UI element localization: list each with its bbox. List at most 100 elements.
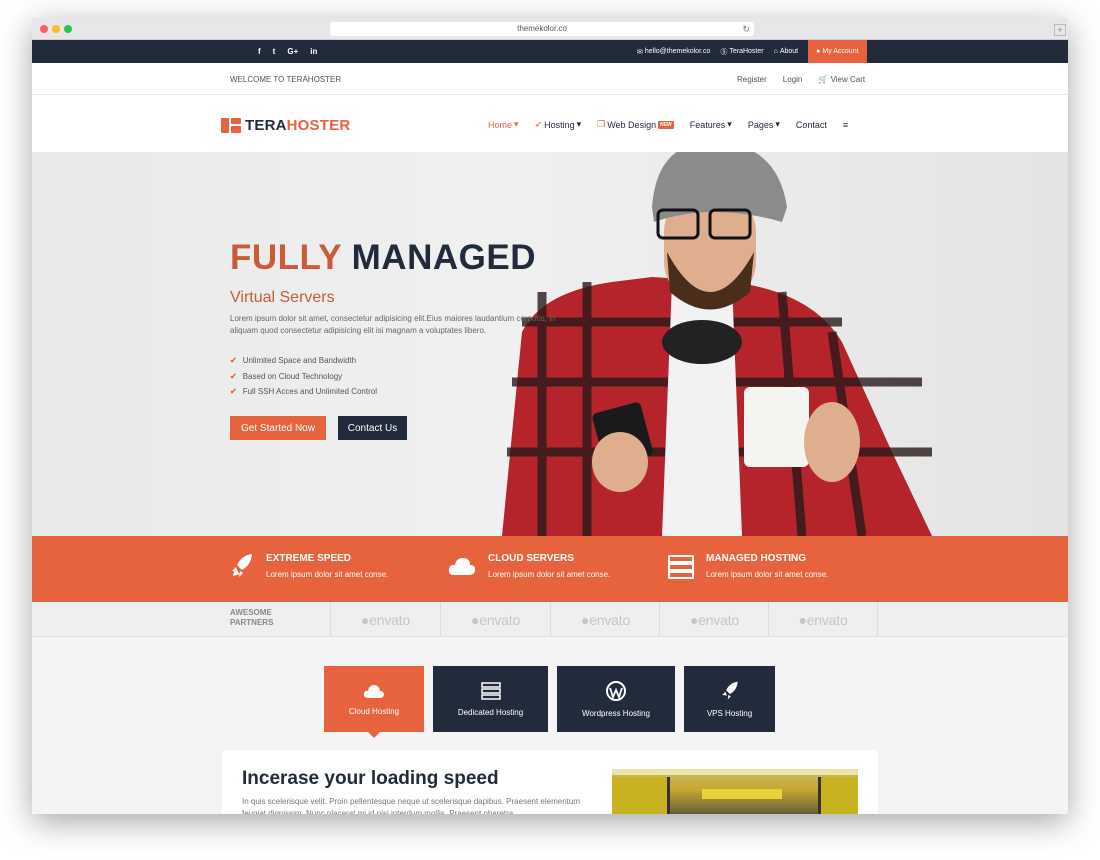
- skype-icon: Ⓢ: [720, 48, 728, 56]
- tab-label: Cloud Hosting: [348, 706, 400, 716]
- partner-name: envato: [589, 611, 631, 628]
- menu-label: Pages: [747, 119, 774, 130]
- feature-title: MANAGED HOSTING: [706, 553, 806, 564]
- hero-section: FULLY MANAGED Virtual Servers Lorem ipsu…: [32, 152, 1068, 536]
- caret-down-icon: ▾: [576, 119, 582, 129]
- menu-item-hosting[interactable]: ➶ Hosting ▾: [535, 119, 582, 130]
- hamburger-menu-icon[interactable]: ≡: [843, 119, 848, 130]
- rocket-icon: [721, 681, 738, 699]
- account-links: Register Login 🛒 View Cart: [737, 75, 865, 84]
- section-title: Incerase your loading speed: [242, 768, 499, 789]
- user-icon: ●: [816, 48, 821, 55]
- caret-down-icon: ▾: [727, 119, 732, 129]
- partner-logo[interactable]: ● envato: [550, 602, 660, 637]
- tab-vps-hosting[interactable]: VPS Hosting: [684, 666, 775, 732]
- hero-description: Lorem ipsum dolor sit amet, consectetur …: [230, 314, 556, 335]
- leaf-icon: ●: [360, 611, 370, 628]
- my-account-button[interactable]: ● My Account: [808, 40, 867, 63]
- maximize-icon[interactable]: [64, 25, 72, 33]
- tab-dedicated-hosting[interactable]: Dedicated Hosting: [433, 666, 548, 732]
- wordpress-icon: [606, 680, 626, 701]
- cart-text: View Cart: [830, 75, 866, 84]
- partner-logo[interactable]: ● envato: [659, 602, 769, 637]
- leaf-icon: ●: [580, 611, 590, 628]
- menu-item-web-design[interactable]: ❒ Web Design NEW: [597, 119, 674, 130]
- check-icon: ✔: [230, 387, 237, 397]
- server-icon: [668, 555, 694, 579]
- envelope-icon: ✉: [637, 48, 643, 56]
- partner-logo[interactable]: ● envato: [330, 602, 440, 637]
- check-text: Unlimited Space and Bandwidth: [242, 356, 357, 366]
- check-icon: ✔: [230, 356, 237, 366]
- tab-wordpress-hosting[interactable]: Wordpress Hosting: [557, 666, 675, 732]
- partners-label: AWESOME PARTNERS: [230, 608, 274, 627]
- logo[interactable]: TERAHOSTER: [221, 117, 350, 134]
- skype-link[interactable]: Ⓢ TeraHoster: [720, 47, 763, 57]
- main-navbar: TERAHOSTER Home ▾ ➶ Hosting ▾ ❒ Web Design NE…: [32, 95, 1068, 152]
- feature-text: Lorem ipsum dolor sit amet conse.: [488, 570, 611, 579]
- login-link[interactable]: Login: [783, 75, 803, 84]
- twitter-icon[interactable]: t: [273, 47, 276, 56]
- minimize-icon[interactable]: [52, 25, 60, 33]
- cart-icon: 🛒: [818, 75, 829, 84]
- server-room-image: [612, 769, 858, 814]
- check-icon: ✔: [230, 371, 237, 381]
- menu-item-home[interactable]: Home ▾: [488, 119, 519, 130]
- logo-icon: [221, 118, 241, 133]
- welcome-text: WELCOME TO TERAHOSTER: [230, 75, 342, 84]
- server-icon: [480, 681, 501, 700]
- cloud-icon: [448, 558, 476, 575]
- facebook-icon[interactable]: f: [258, 47, 261, 56]
- menu-item-contact[interactable]: Contact: [796, 119, 827, 130]
- section-text: In quis scelerisque velit. Proin pellent…: [242, 797, 580, 814]
- rocket-icon: ➶: [534, 119, 543, 129]
- menu-item-pages[interactable]: Pages ▾: [748, 119, 780, 130]
- register-link[interactable]: Register: [737, 75, 767, 84]
- reload-icon[interactable]: ↻: [742, 22, 750, 36]
- menu-item-features[interactable]: Features ▾: [690, 119, 732, 130]
- email-link[interactable]: ✉ hello@themekolor.co: [637, 48, 710, 56]
- top-links: ✉ hello@themekolor.co Ⓢ TeraHoster ⌂ About …: [637, 40, 867, 63]
- contact-us-button[interactable]: Contact Us: [338, 416, 407, 440]
- tab-label: Wordpress Hosting: [582, 708, 650, 718]
- caret-down-icon: ▾: [775, 119, 780, 129]
- hero-checklist: ✔ Unlimited Space and Bandwidth ✔ Based on…: [230, 353, 377, 400]
- close-icon[interactable]: [40, 25, 48, 33]
- browser-chrome: themekolor.co ↻ +: [32, 18, 1068, 40]
- social-links: f t G+ in: [258, 47, 317, 56]
- skype-text: TeraHoster: [729, 48, 764, 55]
- linkedin-icon[interactable]: in: [310, 47, 317, 56]
- cloud-icon: [363, 684, 384, 698]
- new-tab-icon[interactable]: +: [1054, 24, 1066, 36]
- content-card: Incerase your loading speed In quis scel…: [222, 750, 878, 814]
- rocket-icon: [232, 554, 252, 577]
- hero-title-main: MANAGED: [351, 238, 536, 277]
- hero-title-accent: FULLY: [230, 238, 342, 277]
- html5-icon: ❒: [597, 119, 606, 129]
- new-badge: NEW: [658, 120, 674, 129]
- tab-cloud-hosting[interactable]: Cloud Hosting: [324, 666, 424, 738]
- tab-label: VPS Hosting: [706, 708, 753, 718]
- partner-name: envato: [806, 611, 848, 628]
- partner-name: envato: [369, 611, 411, 628]
- about-link[interactable]: ⌂ About: [774, 48, 799, 55]
- feature-title: EXTREME SPEED: [266, 553, 352, 564]
- tab-label: Dedicated Hosting: [457, 707, 524, 717]
- partners-strip: AWESOME PARTNERS ● envato ● envato ● envato…: [32, 602, 1068, 637]
- check-text: Based on Cloud Technology: [242, 371, 343, 381]
- hosting-section: Cloud Hosting Dedicated Hosting Wordpres…: [32, 637, 1068, 814]
- feature-text: Lorem ipsum dolor sit amet conse.: [706, 570, 829, 579]
- partner-logo[interactable]: ● envato: [440, 602, 550, 637]
- google-plus-icon[interactable]: G+: [287, 47, 298, 56]
- feature-title: CLOUD SERVERS: [488, 553, 574, 564]
- feature-text: Lorem ipsum dolor sit amet conse.: [266, 570, 389, 579]
- check-item: ✔ Full SSH Acces and Unlimited Control: [230, 384, 377, 400]
- partner-logo[interactable]: ● envato: [768, 602, 878, 637]
- feature-managed-hosting: MANAGED HOSTING Lorem ipsum dolor sit ame…: [668, 553, 828, 579]
- welcome-bar: WELCOME TO TERAHOSTER Register Login 🛒 V…: [32, 63, 1068, 95]
- get-started-button[interactable]: Get Started Now: [230, 416, 326, 440]
- check-item: ✔ Based on Cloud Technology: [230, 369, 377, 385]
- view-cart-link[interactable]: 🛒 View Cart: [818, 75, 865, 84]
- address-bar[interactable]: themekolor.co ↻: [330, 22, 754, 36]
- logo-text-hoster: HOSTER: [286, 117, 351, 134]
